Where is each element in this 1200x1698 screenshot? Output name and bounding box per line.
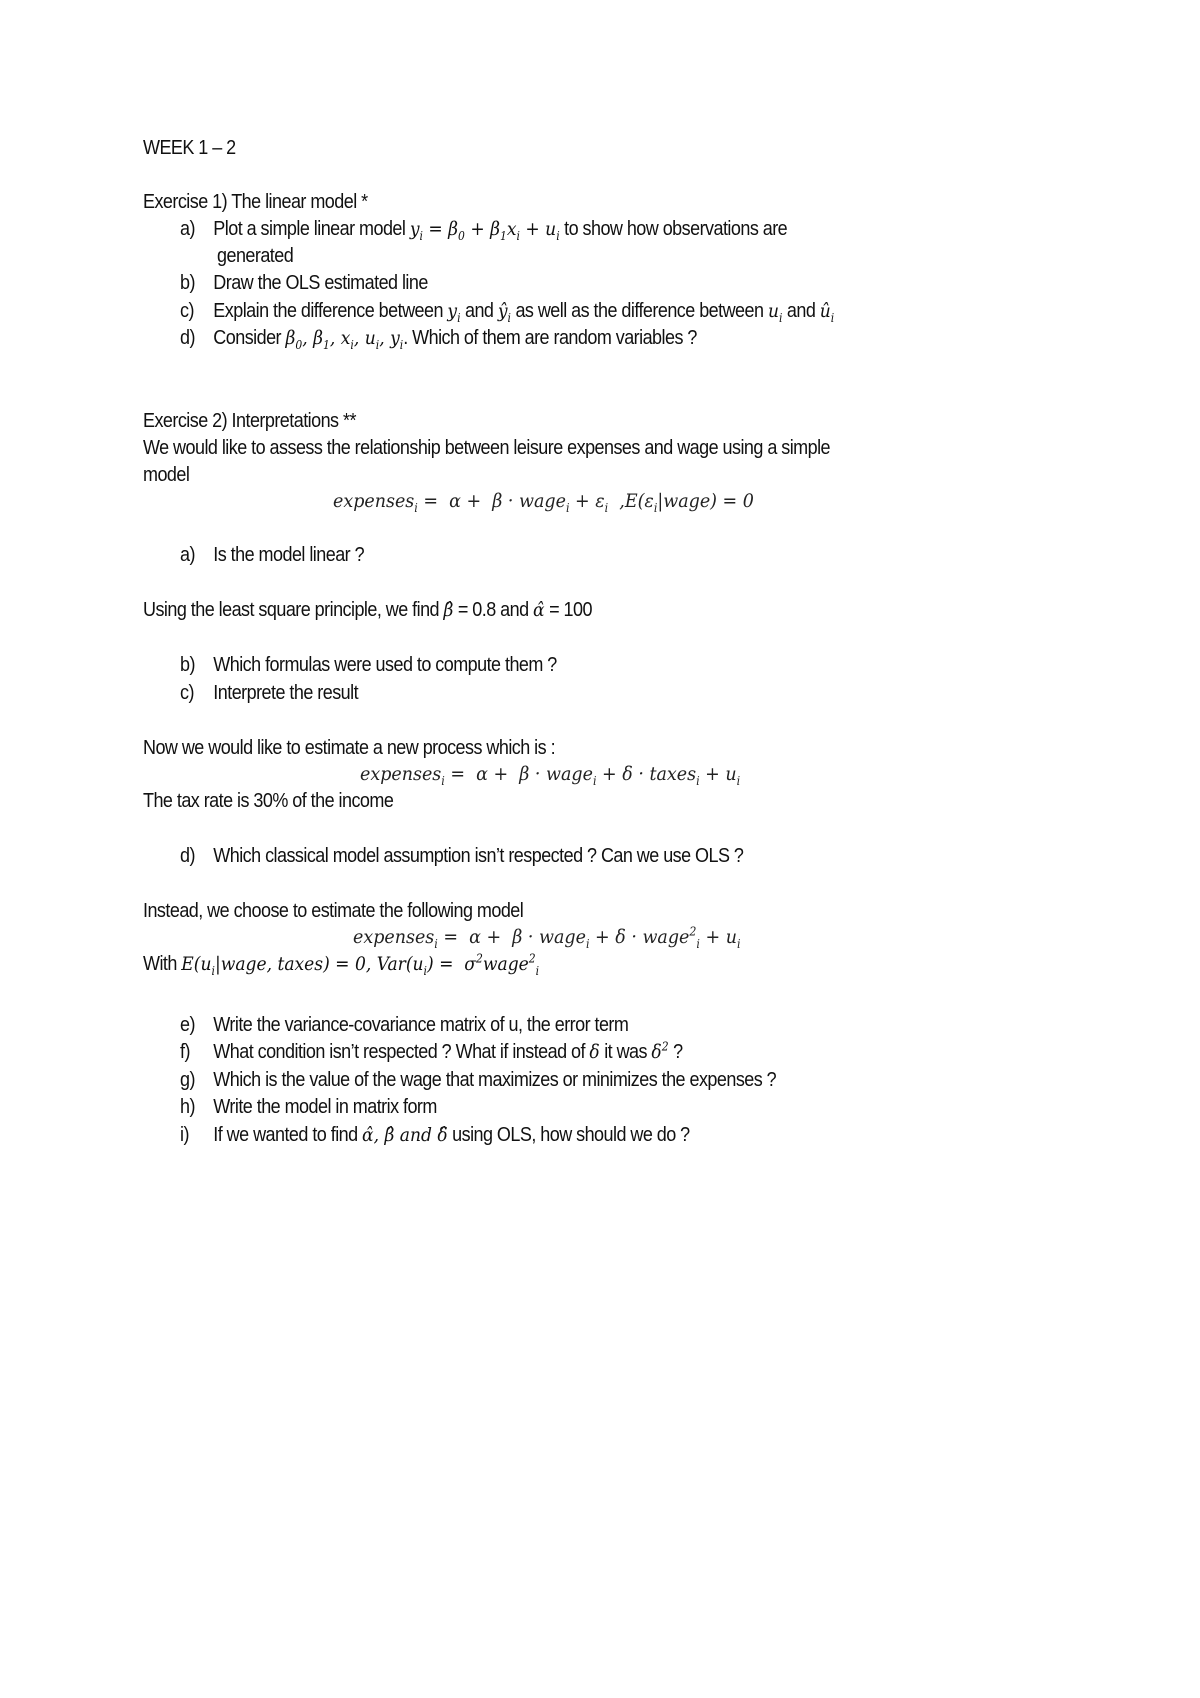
exercise-2-item-b: b) Which formulas were used to compute th…: [180, 653, 557, 677]
item-label: e): [180, 1014, 195, 1036]
item-text: Write the variance-covariance matrix of …: [213, 1014, 629, 1036]
variables-list: β0, β1, xi, ui, yi: [285, 327, 404, 352]
delta-symbol: δ: [589, 1041, 600, 1063]
exercise-2-intro-line-1: We would like to assess the relationship…: [143, 437, 831, 459]
equation-quadratic-model: expensesi = α + β · wagei + δ · wage2i +…: [353, 924, 741, 951]
item-text: to show how observations are: [559, 218, 788, 240]
y-i-symbol: yi: [447, 300, 461, 325]
sentence-text: Using the least square principle, we fin…: [143, 599, 444, 621]
exercise-2-item-g: g) Which is the value of the wage that ma…: [180, 1068, 777, 1092]
exercise-2-item-h: h) Write the model in matrix form: [180, 1095, 437, 1119]
alpha-hat-symbol: α̂: [533, 599, 545, 621]
exercise-2-item-f: f) What condition isn’t respected ? What …: [180, 1040, 683, 1064]
instead-sentence: Instead, we choose to estimate the follo…: [143, 900, 524, 922]
exercise-1-item-a-continuation: generated: [217, 245, 294, 267]
exercise-1-item-a: a) Plot a simple linear model yi = β0 + β…: [180, 217, 788, 243]
item-text: Plot a simple linear model: [213, 218, 410, 240]
equation-simple-model: expensesi = α + β · wagei + εi ,E(εi|wag…: [333, 490, 754, 515]
exercise-1-heading: Exercise 1) The linear model *: [143, 191, 368, 213]
exercise-2-intro-line-2: model: [143, 464, 190, 486]
item-label: d): [180, 845, 195, 867]
alpha-hat-value: = 100: [549, 599, 592, 621]
y-hat-symbol: ŷi: [497, 300, 511, 325]
item-text: If we wanted to find: [213, 1124, 363, 1146]
tax-rate-sentence: The tax rate is 30% of the income: [143, 790, 394, 812]
exercise-2-heading: Exercise 2) Interpretations **: [143, 410, 356, 432]
item-text: What condition isn’t respected ? What if…: [213, 1041, 590, 1063]
estimators-symbols: α̂, β̂ and δ̂: [362, 1124, 448, 1146]
exercise-2-item-c: c) Interprete the result: [180, 681, 359, 705]
sentence-text: and: [495, 599, 534, 621]
equation-new-process: expensesi = α + β · wagei + δ · taxesi +…: [360, 763, 741, 788]
item-label: h): [180, 1096, 195, 1118]
beta-hat-value: = 0.8: [457, 599, 496, 621]
new-process-sentence: Now we would like to estimate a new proc…: [143, 737, 556, 759]
item-text: and: [460, 300, 498, 322]
exercise-2-item-i: i) If we wanted to find α̂, β̂ and δ̂ usi…: [180, 1123, 690, 1147]
exercise-2-item-a: a) Is the model linear ?: [180, 543, 365, 567]
sentence-text: With: [143, 953, 182, 975]
conditions-formula: E(ui|wage, taxes) = 0, Var(ui) = σ2wage2…: [181, 951, 540, 978]
exercise-2-item-e: e) Write the variance-covariance matrix o…: [180, 1013, 629, 1037]
item-text: as well as the difference between: [510, 300, 768, 322]
item-text: Write the model in matrix form: [213, 1096, 437, 1118]
item-label: a): [180, 544, 195, 566]
item-label: i): [180, 1124, 189, 1146]
item-text: Is the model linear ?: [213, 544, 365, 566]
item-text: it was: [599, 1041, 652, 1063]
item-text: Which is the value of the wage that maxi…: [213, 1069, 777, 1091]
item-text: Draw the OLS estimated line: [213, 272, 428, 294]
exercise-1-item-c: c) Explain the difference between yi and …: [180, 299, 835, 325]
item-label: a): [180, 218, 195, 240]
u-hat-symbol: ûi: [819, 300, 835, 325]
linear-model-formula: yi = β0 + β1xi + ui: [409, 218, 560, 243]
item-label: g): [180, 1069, 195, 1091]
estimates-sentence: Using the least square principle, we fin…: [143, 598, 592, 622]
item-label: c): [180, 682, 194, 704]
exercise-2-item-d: d) Which classical model assumption isn’t…: [180, 844, 744, 868]
item-text: . Which of them are random variables ?: [403, 327, 697, 349]
item-label: c): [180, 300, 194, 322]
item-label: b): [180, 272, 195, 294]
delta-squared-symbol: δ2: [651, 1039, 669, 1063]
item-label: b): [180, 654, 195, 676]
page-title: WEEK 1 – 2: [143, 137, 236, 159]
item-text: ?: [668, 1041, 683, 1063]
item-text: Interprete the result: [213, 682, 359, 704]
item-label: f): [180, 1041, 190, 1063]
item-text: using OLS, how should we do ?: [447, 1124, 690, 1146]
item-text: Which classical model assumption isn’t r…: [213, 845, 744, 867]
item-label: d): [180, 327, 195, 349]
beta-hat-symbol: β̂: [443, 599, 454, 621]
item-text: Which formulas were used to compute them…: [213, 654, 557, 676]
item-text: Consider: [213, 327, 286, 349]
exercise-1-item-b: b) Draw the OLS estimated line: [180, 271, 428, 295]
document-page: WEEK 1 – 2 Exercise 1) The linear model …: [0, 0, 1200, 1698]
item-text: Explain the difference between: [213, 300, 448, 322]
exercise-1-item-d: d) Consider β0, β1, xi, ui, yi. Which of …: [180, 326, 697, 352]
u-i-symbol: ui: [767, 300, 783, 325]
conditions-sentence: With E(ui|wage, taxes) = 0, Var(ui) = σ2…: [143, 951, 540, 978]
item-text: and: [782, 300, 820, 322]
